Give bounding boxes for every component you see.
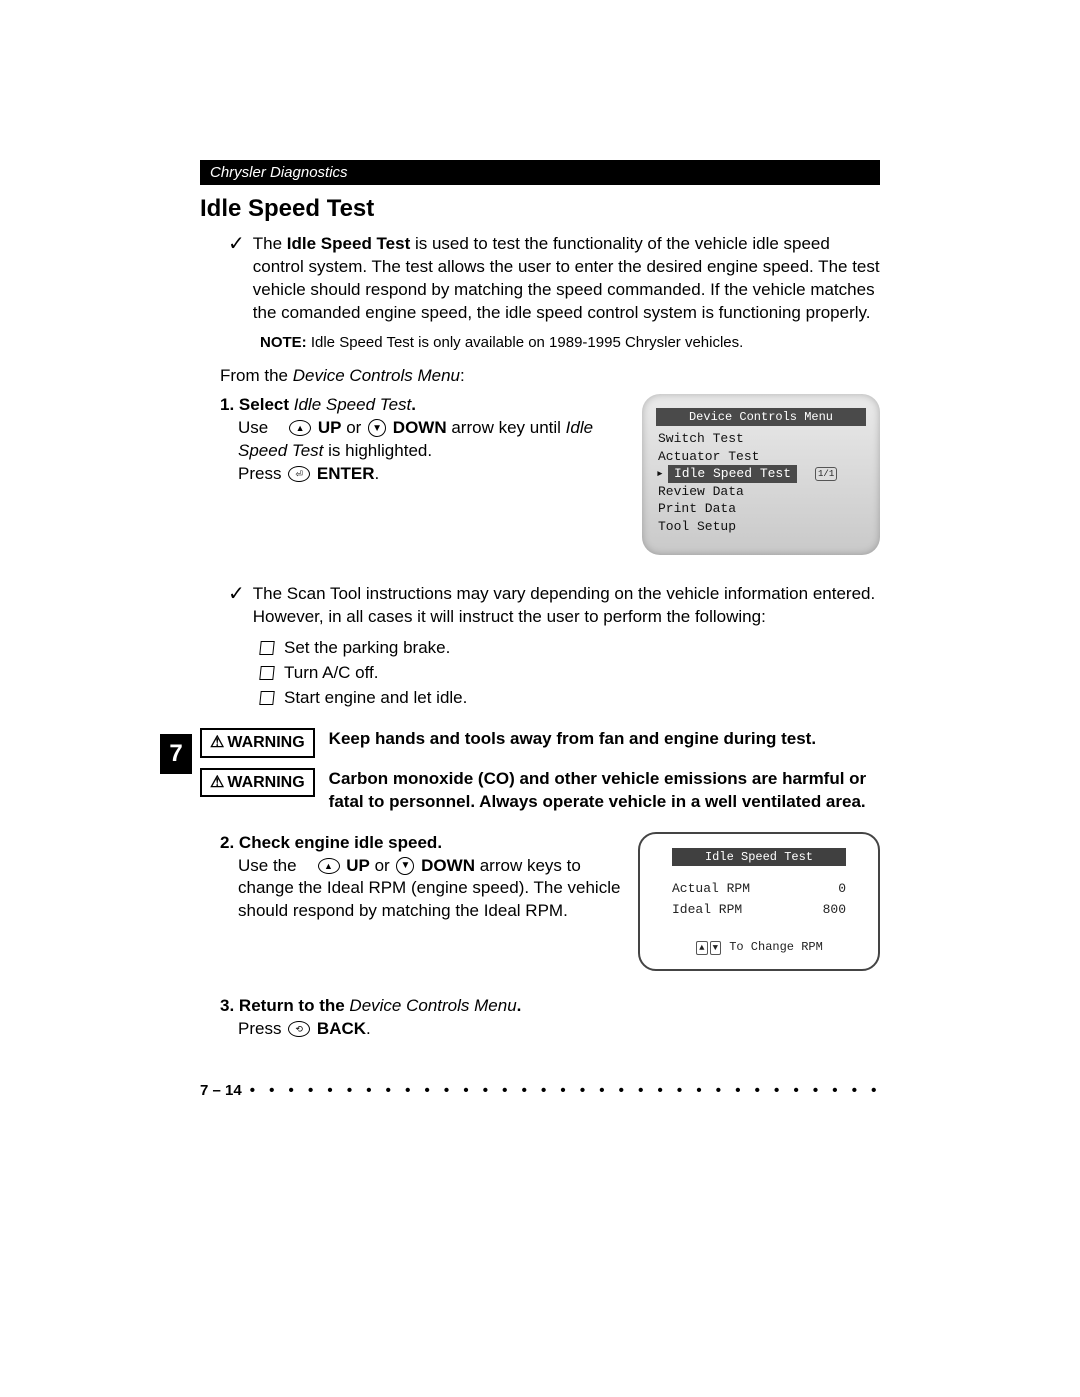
step3-press: Press <box>238 1019 286 1038</box>
checkbox-icon <box>259 666 274 680</box>
from-italic: Device Controls Menu <box>293 366 460 385</box>
content: ✓ The Idle Speed Test is used to test th… <box>200 233 880 1101</box>
step-3-block: 3. Return to the Device Controls Menu. P… <box>220 995 880 1041</box>
step1-enter: ENTER <box>317 464 375 483</box>
from-pre: From the <box>220 366 293 385</box>
vary-block: ✓ The Scan Tool instructions may vary de… <box>228 583 880 629</box>
page-number-row: 7 – 14 • • • • • • • • • • • • • • • • •… <box>200 1081 880 1101</box>
screen1-item-4: Print Data <box>656 500 866 518</box>
page-title: Idle Speed Test <box>200 195 880 223</box>
warning-label-2: WARNING <box>227 772 304 794</box>
note-text: Idle Speed Test is only available on 198… <box>307 334 744 351</box>
step2-up: UP <box>346 856 370 875</box>
step1-down: DOWN <box>393 418 447 437</box>
screen1-title: Device Controls Menu <box>656 408 866 426</box>
step-2-block: 2. Check engine idle speed. Use the ▲ UP… <box>200 832 880 971</box>
step2-use: Use the <box>238 856 297 875</box>
step-2-text: 2. Check engine idle speed. Use the ▲ UP… <box>220 832 638 924</box>
screen2-row-1: Ideal RPM 800 <box>654 899 864 921</box>
warning-text-1: Keep hands and tools away from fan and e… <box>329 728 880 751</box>
back-key-icon: ⟲ <box>288 1021 310 1037</box>
intro-text: The Idle Speed Test is used to test the … <box>253 233 880 325</box>
step3-num: 3. <box>220 996 234 1015</box>
step1-use: Use <box>238 418 268 437</box>
screen-device-controls: Device Controls Menu Switch Test Actuato… <box>642 394 880 555</box>
page-dots: • • • • • • • • • • • • • • • • • • • • … <box>242 1081 880 1101</box>
note: NOTE: Idle Speed Test is only available … <box>260 333 880 353</box>
screen2-row-0: Actual RPM 0 <box>654 878 864 900</box>
warning-triangle-icon: ⚠ <box>210 772 224 794</box>
up-arrow-icon: ▲ <box>318 858 340 874</box>
step1-up: UP <box>318 418 342 437</box>
screen1-item-3: Review Data <box>656 483 866 501</box>
step2-heading: Check engine idle speed. <box>239 833 442 852</box>
step-1-text: 1. Select Idle Speed Test. Use ▲ UP or ▼… <box>220 394 642 486</box>
warning-triangle-icon: ⚠ <box>210 732 224 754</box>
screen2-row0-label: Actual RPM <box>672 880 750 898</box>
step1-l2d: is highlighted. <box>323 441 432 460</box>
step1-num: 1. <box>220 395 234 414</box>
screen2-footer: ▲▼ To Change RPM <box>654 939 864 955</box>
pointer-icon: ▸ <box>656 465 666 483</box>
warning-row-2: ⚠WARNING Carbon monoxide (CO) and other … <box>200 768 880 814</box>
step1-press: Press <box>238 464 286 483</box>
step2-or: or <box>370 856 395 875</box>
down-small-icon: ▼ <box>710 941 721 955</box>
down-arrow-icon: ▼ <box>396 857 414 875</box>
enter-key-icon: ⏎ <box>288 466 310 482</box>
checklist-item-2: Start engine and let idle. <box>260 687 880 710</box>
warning-text-2: Carbon monoxide (CO) and other vehicle e… <box>329 768 880 814</box>
page-number: 7 – 14 <box>200 1081 242 1101</box>
from-line: From the Device Controls Menu: <box>220 365 880 388</box>
step1-target: Idle Speed Test <box>294 395 412 414</box>
step2-down: DOWN <box>421 856 475 875</box>
screen1-item-5: Tool Setup <box>656 518 866 536</box>
step1-or: or <box>342 418 367 437</box>
step1-l2b: arrow key until <box>447 418 566 437</box>
intro-block: ✓ The Idle Speed Test is used to test th… <box>228 233 880 325</box>
screen2-row1-label: Ideal RPM <box>672 901 742 919</box>
from-post: : <box>460 366 465 385</box>
step-1-block: 1. Select Idle Speed Test. Use ▲ UP or ▼… <box>200 394 880 555</box>
checklist-0-text: Set the parking brake. <box>284 637 450 660</box>
checkbox-icon <box>259 691 274 705</box>
step3-heading-a: Return to the <box>239 996 350 1015</box>
checklist-1-text: Turn A/C off. <box>284 662 379 685</box>
warning-row-1: ⚠WARNING Keep hands and tools away from … <box>200 728 880 758</box>
screen1-balloon: 1/1 <box>815 467 837 481</box>
screen1-item-2: Idle Speed Test <box>668 465 797 483</box>
down-arrow-icon: ▼ <box>368 419 386 437</box>
screen1-item-2-row: ▸ Idle Speed Test 1/1 <box>656 465 866 483</box>
warning-section: 7 ⚠WARNING Keep hands and tools away fro… <box>200 728 880 813</box>
screen1-item-0: Switch Test <box>656 430 866 448</box>
screen2-footer-text: To Change RPM <box>729 940 823 954</box>
warning-badge: ⚠WARNING <box>200 728 315 758</box>
checkbox-icon <box>259 641 274 655</box>
step3-back: BACK <box>317 1019 366 1038</box>
checklist-2-text: Start engine and let idle. <box>284 687 467 710</box>
page: Chrysler Diagnostics Idle Speed Test ✓ T… <box>0 0 1080 1201</box>
warning-label-1: WARNING <box>227 732 304 754</box>
screen2-row1-value: 800 <box>823 901 846 919</box>
check-icon: ✓ <box>228 233 245 255</box>
warning-badge: ⚠WARNING <box>200 768 315 798</box>
screen-idle-speed: Idle Speed Test Actual RPM 0 Ideal RPM 800… <box>638 832 880 971</box>
step2-num: 2. <box>220 833 234 852</box>
vary-text: The Scan Tool instructions may vary depe… <box>253 583 880 629</box>
up-arrow-icon: ▲ <box>289 420 311 436</box>
screen1-item-1: Actuator Test <box>656 448 866 466</box>
note-label: NOTE: <box>260 334 307 351</box>
step3-heading-b: Device Controls Menu <box>349 996 516 1015</box>
step1-select: Select <box>239 395 289 414</box>
intro-pre: The <box>253 234 287 253</box>
breadcrumb: Chrysler Diagnostics <box>200 160 880 185</box>
intro-bold: Idle Speed Test <box>287 234 410 253</box>
up-small-icon: ▲ <box>696 941 707 955</box>
check-icon: ✓ <box>228 583 245 605</box>
screen2-row0-value: 0 <box>838 880 846 898</box>
checklist-item-0: Set the parking brake. <box>260 637 880 660</box>
screen2-title: Idle Speed Test <box>672 848 846 866</box>
checklist-item-1: Turn A/C off. <box>260 662 880 685</box>
chapter-tab: 7 <box>160 734 192 774</box>
